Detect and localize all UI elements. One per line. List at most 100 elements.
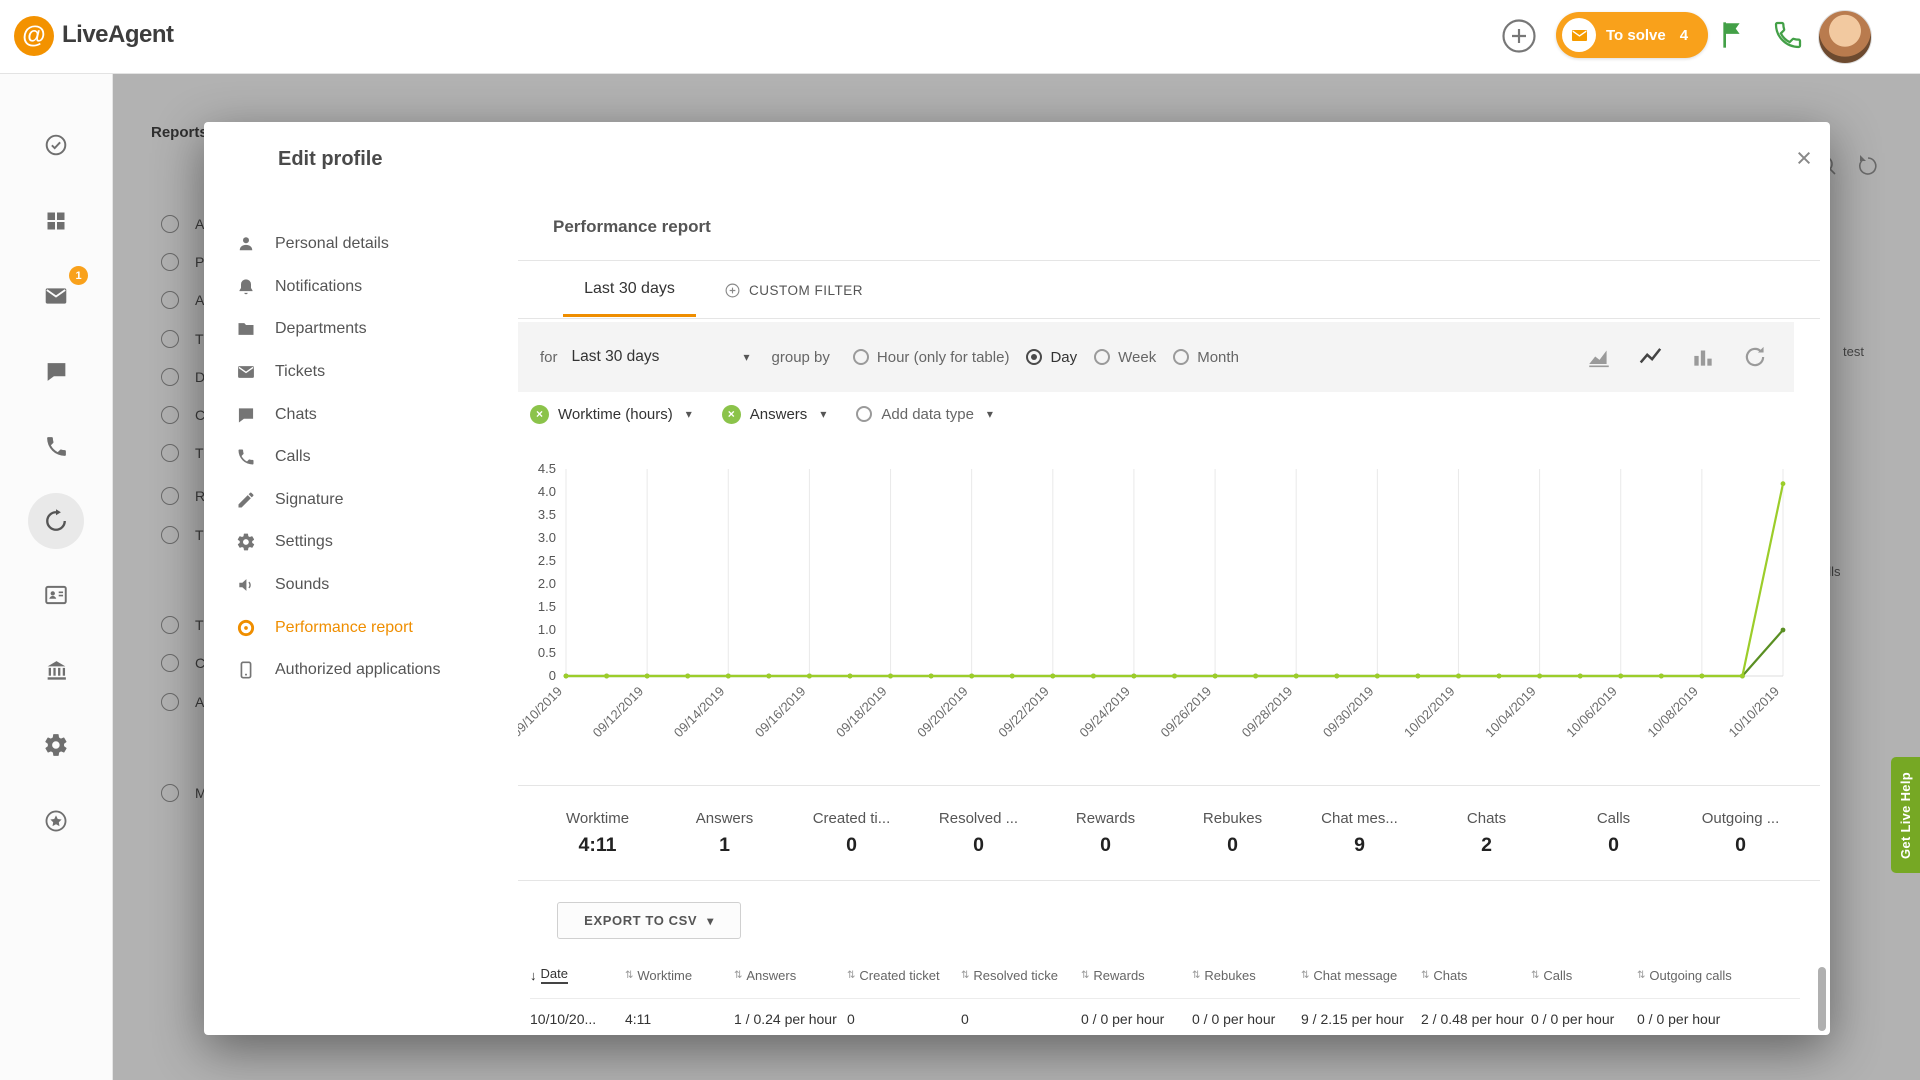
chevron-down-icon[interactable]: ▾ <box>686 407 692 421</box>
column-header-resolved-ticke[interactable]: ⇅Resolved ticke <box>961 968 1081 983</box>
area-chart-icon[interactable] <box>1586 344 1612 370</box>
column-header-date[interactable]: ↓ Date <box>530 966 625 984</box>
column-label: Chat message <box>1313 968 1397 983</box>
sidebar-item-calls[interactable] <box>28 418 84 474</box>
column-header-chat-message[interactable]: ⇅Chat message <box>1301 968 1421 983</box>
column-header-rebukes[interactable]: ⇅Rebukes <box>1192 968 1301 983</box>
sidebar-item-chats[interactable] <box>28 343 84 399</box>
tab-last-30-days[interactable]: Last 30 days <box>563 280 696 298</box>
sidebar-item-settings[interactable] <box>28 717 84 773</box>
sort-icon: ⇅ <box>1421 970 1429 981</box>
menu-item-label: Notifications <box>275 278 362 296</box>
group-by-day[interactable]: Day <box>1026 349 1077 366</box>
svg-text:09/30/2019: 09/30/2019 <box>1320 684 1377 741</box>
legend-chip-worktime-hours[interactable]: ×Worktime (hours)▾ <box>530 405 692 424</box>
calls-button[interactable] <box>1772 19 1804 51</box>
menu-item-notifications[interactable]: Notifications <box>226 266 526 309</box>
group-by-hour-only-for-table[interactable]: Hour (only for table) <box>853 349 1010 366</box>
svg-text:09/18/2019: 09/18/2019 <box>833 684 890 741</box>
dashboard-grid-icon <box>44 209 68 233</box>
stat-value: 1 <box>661 834 788 857</box>
radio-label: Week <box>1118 349 1156 366</box>
column-header-calls[interactable]: ⇅Calls <box>1531 968 1637 983</box>
menu-item-authorized-applications[interactable]: Authorized applications <box>226 649 526 692</box>
sidebar-item-mail[interactable]: 1 <box>28 268 84 324</box>
column-header-answers[interactable]: ⇅Answers <box>734 968 847 983</box>
line-chart-icon[interactable] <box>1638 344 1664 370</box>
column-label: Created ticket <box>859 968 939 983</box>
close-icon[interactable]: × <box>1786 140 1822 176</box>
sidebar-item-tickets-check[interactable] <box>28 117 84 173</box>
topbar: @ LiveAgent To solve 4 <box>0 0 1920 74</box>
table-header: ↓Date⇅Worktime⇅Answers⇅Created ticket⇅Re… <box>530 960 1800 990</box>
range-value: Last 30 days <box>572 348 660 366</box>
contact-card-icon <box>43 582 69 608</box>
stat-value: 0 <box>1169 834 1296 857</box>
stat-calls: Calls0 <box>1550 786 1677 880</box>
sidebar-item-reports[interactable] <box>28 493 84 549</box>
export-to-csv-button[interactable]: EXPORT TO CSV ▾ <box>557 902 741 939</box>
menu-item-performance-report[interactable]: Performance report <box>226 606 526 649</box>
menu-item-settings[interactable]: Settings <box>226 521 526 564</box>
column-header-outgoing-calls[interactable]: ⇅Outgoing calls <box>1637 968 1800 983</box>
stat-value: 0 <box>1677 834 1804 857</box>
envelope-icon <box>236 362 258 382</box>
chats-flag-button[interactable] <box>1716 19 1748 51</box>
user-avatar[interactable] <box>1818 10 1872 64</box>
svg-text:10/04/2019: 10/04/2019 <box>1482 684 1539 741</box>
remove-series-icon[interactable]: × <box>530 405 549 424</box>
sidebar-item-dashboard[interactable] <box>28 193 84 249</box>
refresh-icon[interactable] <box>1742 344 1768 370</box>
column-header-rewards[interactable]: ⇅Rewards <box>1081 968 1192 983</box>
sidebar-item-company[interactable] <box>28 642 84 698</box>
column-header-chats[interactable]: ⇅Chats <box>1421 968 1531 983</box>
radio-icon <box>853 349 869 365</box>
sort-icon: ↓ <box>530 968 537 983</box>
svg-text:4.0: 4.0 <box>538 484 556 499</box>
menu-item-calls[interactable]: Calls <box>226 436 526 479</box>
svg-text:1.0: 1.0 <box>538 622 556 637</box>
stat-label: Calls <box>1550 810 1677 827</box>
column-header-created-ticket[interactable]: ⇅ Created ticket <box>847 968 961 983</box>
legend-chip-answers[interactable]: ×Answers▾ <box>722 405 827 424</box>
sidebar-item-contacts[interactable] <box>28 567 84 623</box>
column-label: Resolved ticke <box>973 968 1058 983</box>
stat-value: 0 <box>1042 834 1169 857</box>
star-circle-icon <box>43 808 69 834</box>
group-by-week[interactable]: Week <box>1094 349 1156 366</box>
bar-chart-icon[interactable] <box>1690 344 1716 370</box>
stat-label: Rebukes <box>1169 810 1296 827</box>
column-label: Outgoing calls <box>1649 968 1731 983</box>
menu-item-signature[interactable]: Signature <box>226 479 526 522</box>
svg-text:10/06/2019: 10/06/2019 <box>1563 684 1620 741</box>
column-header-worktime[interactable]: ⇅Worktime <box>625 968 734 983</box>
stat-value: 9 <box>1296 834 1423 857</box>
get-live-help-tab[interactable]: Get Live Help <box>1891 757 1920 873</box>
stat-rewards: Rewards0 <box>1042 786 1169 880</box>
range-dropdown[interactable]: Last 30 days ▾ <box>572 348 750 366</box>
chevron-down-icon[interactable]: ▾ <box>820 407 826 421</box>
to-solve-button[interactable]: To solve 4 <box>1556 12 1708 58</box>
menu-item-sounds[interactable]: Sounds <box>226 564 526 607</box>
group-by-month[interactable]: Month <box>1173 349 1239 366</box>
svg-text:0.5: 0.5 <box>538 645 556 660</box>
sidebar-item-starred[interactable] <box>28 793 84 849</box>
legend-chip-add-data-type[interactable]: Add data type▾ <box>856 406 993 423</box>
menu-item-tickets[interactable]: Tickets <box>226 351 526 394</box>
stat-worktime: Worktime4:11 <box>534 786 661 880</box>
svg-text:2.5: 2.5 <box>538 553 556 568</box>
chevron-down-icon[interactable]: ▾ <box>987 407 993 421</box>
sort-icon: ⇅ <box>625 970 633 981</box>
menu-item-chats[interactable]: Chats <box>226 393 526 436</box>
check-circle-icon <box>43 132 69 158</box>
add-new-button[interactable] <box>1499 16 1539 56</box>
scrollbar-thumb[interactable] <box>1818 967 1826 1031</box>
column-label: Date <box>541 966 568 984</box>
svg-text:09/12/2019: 09/12/2019 <box>590 684 647 741</box>
menu-item-personal-details[interactable]: Personal details <box>226 223 526 266</box>
sort-icon: ⇅ <box>847 970 855 981</box>
tab-custom-filter[interactable]: CUSTOM FILTER <box>724 282 863 299</box>
remove-series-icon[interactable]: × <box>722 405 741 424</box>
column-label: Rewards <box>1093 968 1144 983</box>
menu-item-departments[interactable]: Departments <box>226 308 526 351</box>
